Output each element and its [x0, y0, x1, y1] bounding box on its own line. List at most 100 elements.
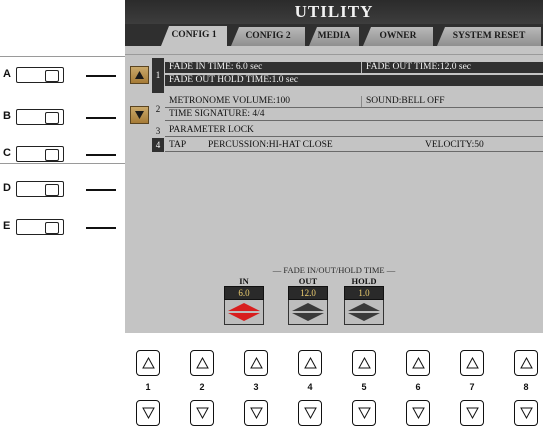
param-row-time-signature[interactable]: TIME SIGNATURE: 4/4: [165, 109, 543, 121]
knob-fade-hold[interactable]: HOLD 1.0: [344, 276, 384, 325]
up-button-3[interactable]: [244, 350, 268, 376]
knob-fade-out-arrows[interactable]: [288, 300, 328, 325]
fade-out-time[interactable]: FADE OUT TIME:12.0 sec: [366, 62, 471, 73]
knob-fade-hold-head: HOLD: [351, 276, 377, 286]
param-row-fade-hold[interactable]: FADE OUT HOLD TIME:1.0 sec: [165, 75, 543, 86]
tap-percussion[interactable]: PERCUSSION:HI-HAT CLOSE: [208, 140, 333, 151]
scroll-down-button[interactable]: [130, 106, 149, 124]
parameter-lock[interactable]: PARAMETER LOCK: [169, 125, 254, 136]
button-d[interactable]: D: [0, 180, 124, 200]
knob-fade-in[interactable]: IN 6.0: [224, 276, 264, 325]
param-row-parameter-lock[interactable]: PARAMETER LOCK: [165, 125, 543, 137]
down-button-7[interactable]: [460, 400, 484, 426]
triangle-down-outline-icon: [358, 407, 371, 419]
tab-media[interactable]: MEDIA: [309, 27, 359, 46]
row-number-3: 3: [152, 125, 164, 137]
down-button-5[interactable]: [352, 400, 376, 426]
triangle-down-outline-icon: [142, 407, 155, 419]
triangle-down-outline-icon: [412, 407, 425, 419]
scroll-up-button[interactable]: [130, 66, 149, 84]
time-signature[interactable]: TIME SIGNATURE: 4/4: [169, 109, 265, 120]
button-number-7: 7: [469, 382, 475, 392]
triangle-down-outline-icon: [466, 407, 479, 419]
triangle-down-outline-icon: [520, 407, 533, 419]
fade-out-hold-time[interactable]: FADE OUT HOLD TIME:1.0 sec: [169, 75, 298, 86]
button-number-5: 5: [361, 382, 367, 392]
knob-fade-in-head: IN: [239, 276, 249, 286]
up-button-6[interactable]: [406, 350, 430, 376]
lcd-screen: UTILITY CONFIG 1 CONFIG 2 MEDIA OWNER SY…: [125, 0, 543, 333]
tap-label[interactable]: TAP: [169, 140, 186, 151]
button-a[interactable]: A: [0, 66, 124, 86]
tab-system-reset[interactable]: SYSTEM RESET: [437, 27, 541, 46]
down-button-2[interactable]: [190, 400, 214, 426]
triangle-up-outline-icon: [250, 357, 263, 369]
param-row-metronome[interactable]: METRONOME VOLUME:100 SOUND:BELL OFF: [165, 96, 543, 108]
updown-arrows-icon: [348, 303, 380, 321]
tab-config-2[interactable]: CONFIG 2: [231, 27, 305, 46]
updown-arrows-icon: [228, 303, 260, 321]
down-button-1[interactable]: [136, 400, 160, 426]
up-button-8[interactable]: [514, 350, 538, 376]
triangle-up-outline-icon: [304, 357, 317, 369]
metronome-sound[interactable]: SOUND:BELL OFF: [366, 96, 445, 107]
down-button-6[interactable]: [406, 400, 430, 426]
button-number-8: 8: [523, 382, 529, 392]
button-a-label: A: [3, 68, 11, 80]
button-b-label: B: [3, 110, 11, 122]
knob-fade-in-arrows[interactable]: [224, 300, 264, 325]
up-button-1[interactable]: [136, 350, 160, 376]
button-d-label: D: [3, 182, 11, 194]
parameter-list: FADE IN TIME: 6.0 sec FADE OUT TIME:12.0…: [165, 58, 543, 152]
knob-fade-hold-value: 1.0: [344, 286, 384, 300]
screen-title: UTILITY: [125, 0, 543, 24]
button-e-label: E: [3, 220, 11, 232]
button-number-4: 4: [307, 382, 313, 392]
param-row-fade-times[interactable]: FADE IN TIME: 6.0 sec FADE OUT TIME:12.0…: [165, 62, 543, 73]
button-number-3: 3: [253, 382, 259, 392]
button-c[interactable]: C: [0, 145, 124, 165]
metronome-volume[interactable]: METRONOME VOLUME:100: [169, 96, 290, 107]
button-e[interactable]: E: [0, 218, 124, 238]
down-button-4[interactable]: [298, 400, 322, 426]
tab-bar: CONFIG 1 CONFIG 2 MEDIA OWNER SYSTEM RES…: [125, 24, 543, 46]
button-b-body[interactable]: [16, 109, 64, 125]
triangle-up-outline-icon: [520, 357, 533, 369]
fade-in-time[interactable]: FADE IN TIME: 6.0 sec: [169, 62, 262, 73]
tab-owner[interactable]: OWNER: [363, 27, 433, 46]
triangle-down-outline-icon: [196, 407, 209, 419]
knob-fade-hold-arrows[interactable]: [344, 300, 384, 325]
button-b[interactable]: B: [0, 108, 124, 128]
button-d-body[interactable]: [16, 181, 64, 197]
button-e-body[interactable]: [16, 219, 64, 235]
knob-fade-out-head: OUT: [298, 276, 318, 286]
button-c-body[interactable]: [16, 146, 64, 162]
down-button-8[interactable]: [514, 400, 538, 426]
triangle-up-outline-icon: [358, 357, 371, 369]
updown-arrows-icon: [292, 303, 324, 321]
button-c-label: C: [3, 147, 11, 159]
up-button-4[interactable]: [298, 350, 322, 376]
knob-fade-in-value: 6.0: [224, 286, 264, 300]
knob-fade-out-value: 12.0: [288, 286, 328, 300]
fade-panel-label: — FADE IN/OUT/HOLD TIME —: [272, 265, 396, 275]
triangle-up-outline-icon: [142, 357, 155, 369]
up-button-5[interactable]: [352, 350, 376, 376]
up-button-2[interactable]: [190, 350, 214, 376]
triangle-down-icon: [135, 111, 144, 119]
button-number-2: 2: [199, 382, 205, 392]
param-row-tap[interactable]: TAP PERCUSSION:HI-HAT CLOSE VELOCITY:50: [165, 140, 543, 152]
knob-fade-out[interactable]: OUT 12.0: [288, 276, 328, 325]
triangle-up-outline-icon: [196, 357, 209, 369]
up-button-7[interactable]: [460, 350, 484, 376]
button-a-body[interactable]: [16, 67, 64, 83]
down-button-3[interactable]: [244, 400, 268, 426]
tap-velocity[interactable]: VELOCITY:50: [425, 140, 484, 151]
triangle-up-outline-icon: [466, 357, 479, 369]
triangle-up-icon: [135, 71, 144, 79]
button-number-6: 6: [415, 382, 421, 392]
row-number-4: 4: [152, 138, 164, 152]
tab-config-1[interactable]: CONFIG 1: [161, 26, 227, 46]
row-number-1: 1: [152, 58, 164, 93]
row-number-2: 2: [152, 94, 164, 124]
